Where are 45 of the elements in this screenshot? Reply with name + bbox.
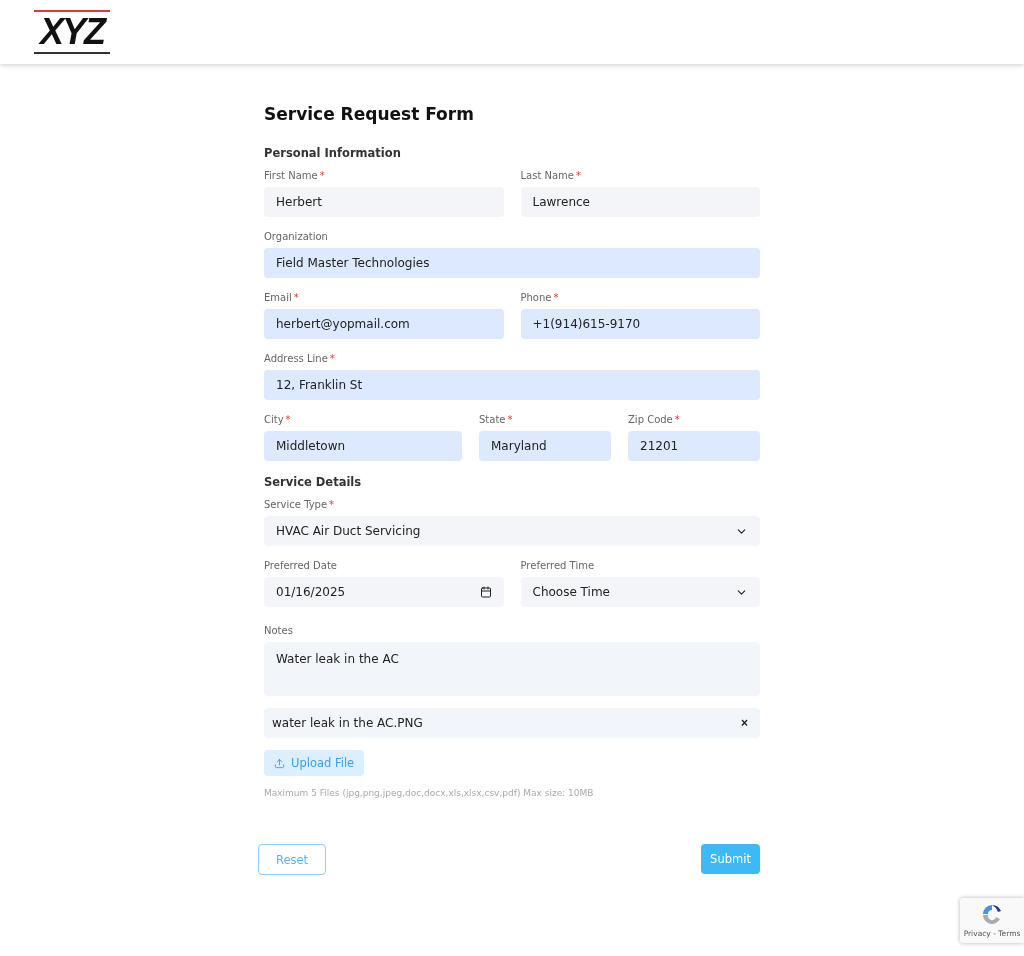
section-heading: Personal Information (264, 146, 402, 160)
select-field[interactable]: HVAC Air Duct Servicing (264, 516, 760, 546)
input-field[interactable]: 12, Franklin St (264, 370, 760, 400)
field-label: State (479, 414, 506, 425)
notes-field[interactable]: Water leak in the AC (264, 642, 760, 696)
required-mark: * (293, 292, 299, 303)
required-mark: * (319, 170, 325, 181)
logo: XYZ (34, 10, 110, 54)
required-mark: * (553, 292, 559, 303)
field-label: Preferred Date (264, 560, 337, 571)
input-field[interactable]: 21201 (628, 431, 760, 461)
input-field[interactable]: Lawrence (520, 187, 760, 217)
remove-file-button[interactable]: × (737, 716, 752, 730)
select-field[interactable]: Choose Time (520, 577, 760, 607)
field-label: Zip Code (628, 414, 673, 425)
input-field[interactable]: Herbert (264, 187, 504, 217)
field-label: Last Name (520, 170, 574, 181)
field-label: Preferred Time (520, 560, 595, 571)
recaptcha-icon (980, 903, 1004, 927)
field-label: First Name (264, 170, 318, 181)
field-label: City (264, 414, 284, 425)
input-field[interactable]: herbert@yopmail.com (264, 309, 504, 339)
form-title: Service Request Form (264, 104, 475, 124)
input-field[interactable]: +1(914)615-9170 (520, 309, 760, 339)
file-name: water leak in the AC.PNG (272, 716, 423, 730)
input-field[interactable]: Maryland (479, 431, 611, 461)
field-label: Address Line (264, 353, 328, 364)
upload-hint: Maximum 5 Files (jpg,png,jpeg,doc,docx,xls,xlsx,csv,pdf) Max size: 10MB (264, 788, 595, 798)
upload-icon (274, 757, 285, 769)
required-mark: * (507, 414, 513, 425)
field-label: Notes (264, 625, 293, 636)
required-mark: * (329, 353, 335, 364)
section-heading: Service Details (264, 475, 363, 489)
field-label: Phone (520, 292, 552, 303)
field-label: Email (264, 292, 292, 303)
input-field[interactable]: Middletown (264, 431, 462, 461)
date-field[interactable]: 01/16/2025 (264, 577, 504, 607)
input-field[interactable]: Field Master Technologies (264, 248, 760, 278)
required-mark: * (329, 499, 335, 510)
field-label: Service Type (264, 499, 328, 510)
required-mark: * (285, 414, 291, 425)
calendar-icon[interactable] (479, 586, 492, 598)
field-label: Organization (264, 231, 328, 242)
required-mark: * (674, 414, 680, 425)
required-mark: * (576, 170, 581, 181)
